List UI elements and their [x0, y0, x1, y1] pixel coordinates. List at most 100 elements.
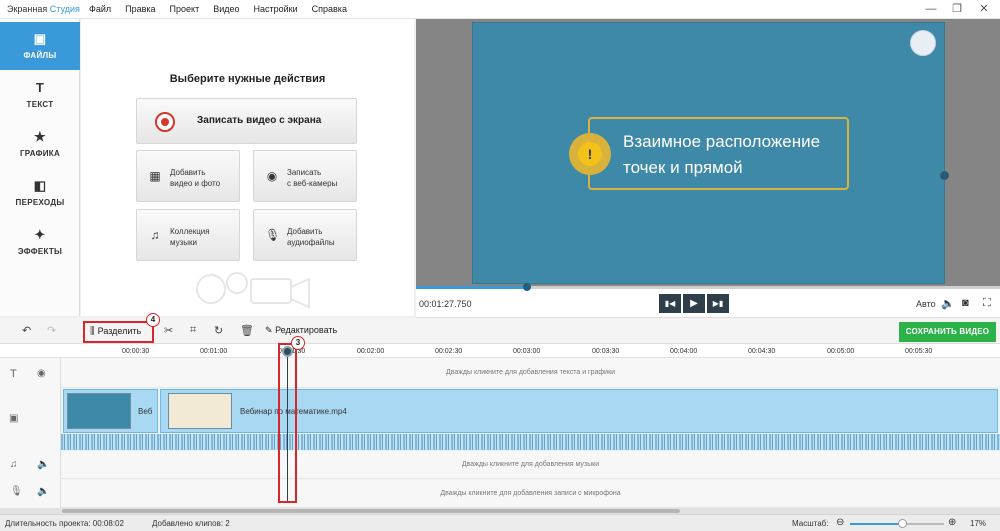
undo-icon[interactable]: ↶ [22, 324, 31, 337]
sidebar-item-files[interactable]: ▣ ФАЙЛЫ [0, 22, 80, 70]
play-icon[interactable]: ▶ [683, 294, 705, 313]
magic-wand-icon: ✦ [34, 227, 46, 242]
menu-help[interactable]: Справка [305, 4, 354, 14]
current-time: 00:01:27.750 [419, 299, 472, 309]
sidebar-item-transitions[interactable]: ◧ ПЕРЕХОДЫ [0, 169, 80, 217]
quality-select[interactable]: Авто [916, 299, 936, 309]
next-frame-icon[interactable]: ▶▮ [707, 294, 729, 313]
audio-label-1: Добавить [287, 227, 323, 236]
sidebar-item-text[interactable]: T ТЕКСТ [0, 71, 80, 119]
minimize-icon[interactable]: — [920, 1, 942, 17]
app-window: Экранная Студия Файл Правка Проект Видео… [0, 0, 1000, 531]
redo-icon[interactable]: ↷ [47, 324, 56, 337]
timeline-tracks: Дважды кликните для добавления текста и … [61, 358, 1000, 510]
sidebar-item-label: ГРАФИКА [19, 149, 61, 158]
webcam-icon: ◉ [266, 169, 278, 183]
resize-handle[interactable] [940, 171, 949, 180]
ruler-tick: 00:02:30 [435, 348, 463, 355]
music-volume-icon[interactable]: 🔈 [37, 459, 49, 470]
video-lane[interactable]: Веб Вебинар по математике.mp4 [61, 388, 1000, 451]
music-label-1: Коллекция [170, 227, 210, 236]
mic-lane[interactable]: Дважды кликните для добавления записи с … [61, 479, 1000, 508]
project-duration: Длительность проекта: 00:08:02 [5, 519, 124, 528]
text-lane[interactable]: Дважды кликните для добавления текста и … [61, 358, 1000, 388]
ruler-tick: 00:00:30 [122, 348, 150, 355]
scrollbar-thumb[interactable] [62, 509, 680, 513]
app-title: Экранная Студия [7, 4, 80, 14]
sidebar-item-effects[interactable]: ✦ ЭФФЕКТЫ [0, 218, 80, 266]
slide-text-line-1: Взаимное расположение [623, 132, 821, 151]
video-track-icon: ▣ [9, 413, 19, 424]
player-controls: 00:01:27.750 ▮◀ ▶ ▶▮ Авто 🔈 ◙ ⛶ [416, 283, 1000, 318]
add-audio-button[interactable]: 🎙 Добавить аудиофайлы [253, 209, 357, 261]
zoom-handle[interactable] [897, 519, 907, 528]
ruler-tick: 00:01:00 [200, 348, 228, 355]
film-icon: ▦ [149, 169, 161, 183]
playhead-marker: 3 [291, 336, 305, 350]
ruler-tick: 00:03:30 [592, 348, 620, 355]
sidebar-item-label: ПЕРЕХОДЫ [15, 198, 65, 207]
sidebar: ▣ ФАЙЛЫ T ТЕКСТ ★ ГРАФИКА ◧ ПЕРЕХОДЫ ✦ Э… [0, 19, 80, 316]
logo-icon [910, 30, 936, 56]
close-icon[interactable]: ✕ [973, 1, 995, 17]
actions-title: Выберите нужные действия [169, 73, 326, 85]
volume-icon[interactable]: 🔈 [941, 297, 955, 310]
music-lane-hint: Дважды кликните для добавления музыки [461, 461, 600, 468]
menu-edit[interactable]: Правка [118, 4, 162, 14]
record-screen-button[interactable]: Записать видео с экрана [136, 98, 357, 144]
music-collection-button[interactable]: ♫ Коллекция музыки [136, 209, 240, 261]
snapshot-icon[interactable]: ◙ [962, 297, 969, 309]
menu-project[interactable]: Проект [163, 4, 207, 14]
text-icon: T [35, 80, 45, 95]
menu-video[interactable]: Видео [206, 4, 246, 14]
transitions-icon: ◧ [33, 178, 47, 193]
sidebar-item-graphics[interactable]: ★ ГРАФИКА [0, 120, 80, 168]
music-track-icon: ♫ [10, 459, 18, 470]
slide-callout: ! Взаимное расположение точек и прямой [569, 117, 849, 190]
mic-track-icon: 🎙 [10, 486, 23, 497]
clip-label: Веб [138, 407, 153, 416]
text-lane-hint: Дважды кликните для добавления текста и … [445, 369, 616, 376]
slide-text-line-2: точек и прямой [623, 158, 743, 177]
ruler-tick: 00:04:00 [670, 348, 698, 355]
add-video-button[interactable]: ▦ Добавить видео и фото [136, 150, 240, 202]
rotate-icon[interactable]: ↻ [214, 324, 223, 337]
zoom-in-icon[interactable]: ⊕ [948, 517, 956, 528]
menu-file[interactable]: Файл [82, 4, 118, 14]
crop-icon[interactable]: ⌗ [190, 324, 196, 337]
fullscreen-icon[interactable]: ⛶ [983, 297, 991, 310]
edit-button[interactable]: ✎ Редактировать [265, 325, 337, 336]
zoom-out-icon[interactable]: ⊖ [836, 517, 844, 528]
warning-icon: ! [569, 133, 611, 175]
mic-volume-icon[interactable]: 🔈 [37, 486, 49, 497]
cut-icon[interactable]: ✂ [164, 324, 173, 337]
sidebar-item-label: ФАЙЛЫ [23, 51, 57, 60]
split-marker: 4 [146, 313, 160, 327]
progress-bar[interactable] [416, 283, 1000, 291]
delete-icon[interactable]: 🗑 [240, 324, 254, 337]
webcam-label-1: Записать [287, 168, 322, 177]
progress-handle[interactable] [522, 283, 531, 291]
video-clip-1[interactable]: Веб [63, 389, 158, 433]
video-preview[interactable]: ! Взаимное расположение точек и прямой [416, 19, 1000, 286]
zoom-fill [850, 523, 902, 525]
ruler-tick: 00:05:30 [905, 348, 933, 355]
timeline-ruler[interactable]: 00:00:30 00:01:00 00:01:30 00:02:00 00:0… [0, 344, 1000, 358]
decorative-illustration [196, 272, 310, 309]
save-video-button[interactable]: СОХРАНИТЬ ВИДЕО [899, 322, 996, 342]
status-bar: Длительность проекта: 00:08:02 Добавлено… [0, 514, 1000, 531]
ruler-tick: 00:05:00 [827, 348, 855, 355]
files-icon: ▣ [33, 31, 47, 46]
menu-settings[interactable]: Настройки [247, 4, 305, 14]
playhead-highlight [278, 343, 297, 503]
clips-count: Добавлено клипов: 2 [152, 519, 230, 528]
restore-icon[interactable]: ❐ [946, 1, 968, 17]
zoom-value: 17% [970, 519, 987, 528]
webcam-button[interactable]: ◉ Записать с веб-камеры [253, 150, 357, 202]
music-lane[interactable]: Дважды кликните для добавления музыки [61, 451, 1000, 479]
menu-bar: Экранная Студия Файл Правка Проект Видео… [0, 0, 1000, 19]
ruler-tick: 00:04:30 [748, 348, 776, 355]
zoom-slider[interactable] [850, 519, 944, 528]
eye-icon[interactable]: ◉ [37, 368, 46, 379]
prev-frame-icon[interactable]: ▮◀ [659, 294, 681, 313]
